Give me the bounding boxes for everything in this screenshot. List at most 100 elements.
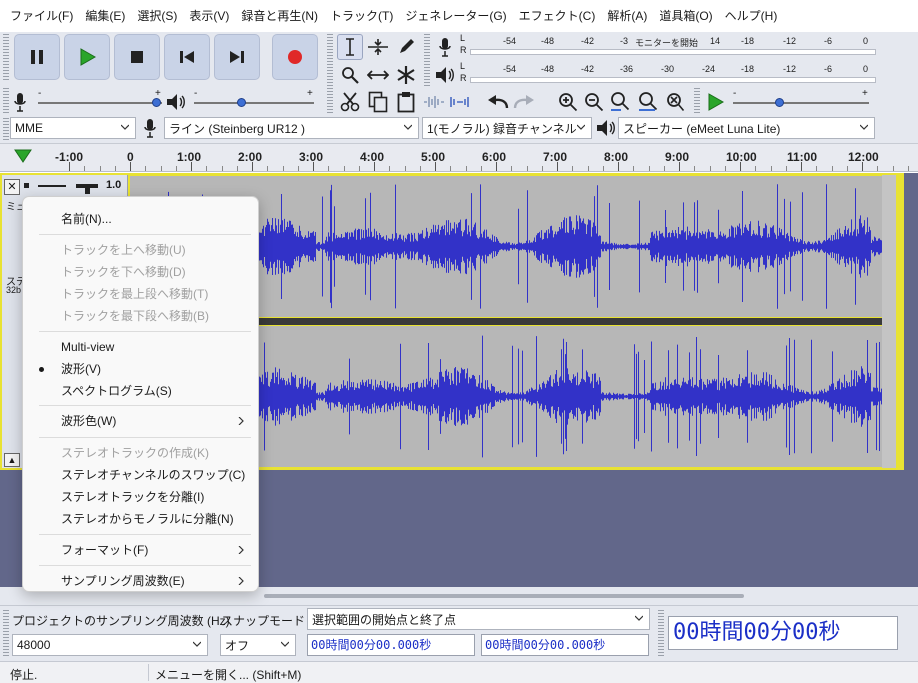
ruler-major-tick — [374, 162, 375, 171]
track-vertical-scrollbar[interactable] — [882, 175, 896, 468]
play-meter-button[interactable] — [432, 62, 458, 88]
edit-toolbar-grip[interactable] — [327, 88, 333, 114]
pin-playhead-icon[interactable] — [14, 148, 32, 164]
horizontal-scrollbar-thumb[interactable] — [264, 594, 744, 598]
time-shift-tool-button[interactable] — [365, 62, 391, 88]
audio-position-display[interactable]: 00時間00分00秒 — [668, 616, 898, 650]
playback-speed-slider[interactable] — [733, 102, 869, 104]
record-volume-thumb[interactable] — [152, 98, 161, 107]
menu-tracks[interactable]: トラック(T) — [324, 0, 399, 32]
menu-item-split-stereo[interactable]: ステレオトラックを分離(I) — [23, 486, 258, 508]
menu-analyze[interactable]: 解析(A) — [601, 0, 653, 32]
menu-transport[interactable]: 録音と再生(N) — [235, 0, 324, 32]
record-meter-button[interactable] — [432, 34, 458, 60]
selection-mode-select[interactable]: 選択範囲の開始点と終了点 — [307, 608, 650, 630]
record-meter[interactable]: -54 -48 -42 -3 モニターを開始 14 -18 -12 -6 0 — [470, 36, 876, 58]
play-volume-thumb[interactable] — [237, 98, 246, 107]
audio-host-select[interactable]: MME — [10, 117, 136, 139]
play-meter[interactable]: -54 -48 -42 -36 -30 -24 -18 -12 -6 0 — [470, 64, 876, 86]
silence-button[interactable] — [447, 89, 473, 115]
monitor-start-label[interactable]: モニターを開始 — [635, 36, 698, 49]
menu-item-label: フォーマット(F) — [61, 543, 149, 557]
gain-slider-track[interactable] — [38, 185, 66, 187]
fit-project-button[interactable] — [635, 89, 661, 115]
selection-end-time[interactable]: 00時間00分00.000秒 — [481, 634, 649, 656]
envelope-tool-button[interactable] — [365, 34, 391, 60]
playback-speed-min-label: - — [733, 88, 737, 99]
menu-item-name[interactable]: 名前(N)... — [23, 208, 258, 230]
record-volume-slider[interactable] — [38, 102, 162, 104]
project-rate-select[interactable]: 48000 — [12, 634, 208, 656]
menu-tools[interactable]: 道具箱(O) — [653, 0, 718, 32]
stop-button[interactable] — [114, 34, 160, 80]
menu-file[interactable]: ファイル(F) — [4, 0, 79, 32]
zoom-out-button[interactable] — [581, 89, 607, 115]
selection-start-time[interactable]: 00時間00分00.000秒 — [307, 634, 475, 656]
track-close-button[interactable]: ✕ — [4, 179, 20, 195]
gain-slider-handle[interactable] — [85, 184, 90, 194]
track-bitdepth-info: 32b — [6, 285, 22, 295]
zoom-toggle-button[interactable] — [662, 89, 688, 115]
menu-item-rate[interactable]: サンプリング周波数(E) — [23, 570, 258, 592]
selection-tool-button[interactable] — [337, 34, 363, 60]
zoom-in-button[interactable] — [555, 89, 581, 115]
pause-button[interactable] — [14, 34, 60, 80]
menu-help[interactable]: ヘルプ(H) — [719, 0, 784, 32]
multi-tool-button[interactable] — [393, 62, 419, 88]
menu-select[interactable]: 選択(S) — [131, 0, 183, 32]
play-volume-slider[interactable] — [194, 102, 314, 104]
device-toolbar-grip[interactable] — [3, 118, 9, 140]
menu-item-split-to-mono[interactable]: ステレオからモノラルに分離(N) — [23, 508, 258, 530]
timeline-ruler[interactable]: -1:00 0 1:00 2:00 3:00 4:00 5:00 6:00 7:00 8:00 9:… — [0, 144, 918, 172]
menu-view[interactable]: 表示(V) — [183, 0, 235, 32]
menu-separator — [39, 534, 251, 535]
menu-item-label: 名前(N)... — [61, 212, 112, 226]
stop-icon — [131, 51, 143, 63]
play-icon — [80, 48, 96, 66]
zoom-selection-icon — [611, 92, 630, 111]
snap-mode-select[interactable]: オフ — [220, 634, 296, 656]
menu-item-wave-color[interactable]: 波形色(W) — [23, 410, 258, 432]
paste-button[interactable] — [393, 89, 419, 115]
selection-toolbar-grip[interactable] — [3, 610, 9, 658]
ruler-major-tick — [435, 162, 436, 171]
record-button[interactable] — [272, 34, 318, 80]
play-button[interactable] — [64, 34, 110, 80]
skip-to-end-button[interactable] — [214, 34, 260, 80]
recording-channels-select[interactable]: 1(モノラル) 録音チャンネル — [422, 117, 592, 139]
copy-button[interactable] — [365, 89, 391, 115]
pan-slider-thumb[interactable] — [24, 183, 29, 188]
draw-tool-button[interactable] — [393, 34, 419, 60]
redo-button[interactable] — [511, 89, 537, 115]
ruler-minor-tick — [709, 166, 711, 171]
recording-device-select[interactable]: ライン (Steinberg UR12 ) — [164, 117, 419, 139]
menu-item-swap-channels[interactable]: ステレオチャンネルのスワップ(C) — [23, 464, 258, 486]
playback-speed-thumb[interactable] — [775, 98, 784, 107]
track-collapse-button[interactable]: ▲ — [4, 453, 20, 467]
transport-toolbar-grip[interactable] — [3, 34, 9, 82]
trim-button[interactable] — [421, 89, 447, 115]
menu-edit[interactable]: 編集(E) — [79, 0, 131, 32]
silence-audio-icon — [450, 97, 469, 107]
fit-selection-button[interactable] — [607, 89, 633, 115]
menu-item-format[interactable]: フォーマット(F) — [23, 539, 258, 561]
cut-button[interactable] — [337, 89, 363, 115]
skip-to-start-button[interactable] — [164, 34, 210, 80]
undo-button[interactable] — [485, 89, 511, 115]
playback-device-select[interactable]: スピーカー (eMeet Luna Lite) — [618, 117, 875, 139]
menu-item-multi-view[interactable]: Multi-view — [23, 336, 258, 358]
menu-item-spectrogram[interactable]: スペクトログラム(S) — [23, 380, 258, 402]
time-toolbar-grip[interactable] — [658, 610, 664, 658]
zoom-tool-button[interactable] — [337, 62, 363, 88]
play-at-speed-button[interactable] — [702, 89, 728, 115]
menu-generate[interactable]: ジェネレーター(G) — [399, 0, 512, 32]
ruler-tick-label: 1:00 — [177, 150, 202, 164]
menu-item-waveform[interactable]: 波形(V) — [23, 358, 258, 380]
play-at-speed-toolbar-grip[interactable] — [694, 88, 700, 114]
skip-to-end-icon — [230, 51, 244, 63]
menu-effect[interactable]: エフェクト(C) — [513, 0, 602, 32]
tools-toolbar-grip[interactable] — [327, 34, 333, 86]
meter-toolbar-grip[interactable] — [424, 34, 430, 86]
redo-icon — [513, 95, 534, 109]
mixer-toolbar-grip[interactable] — [3, 88, 9, 114]
